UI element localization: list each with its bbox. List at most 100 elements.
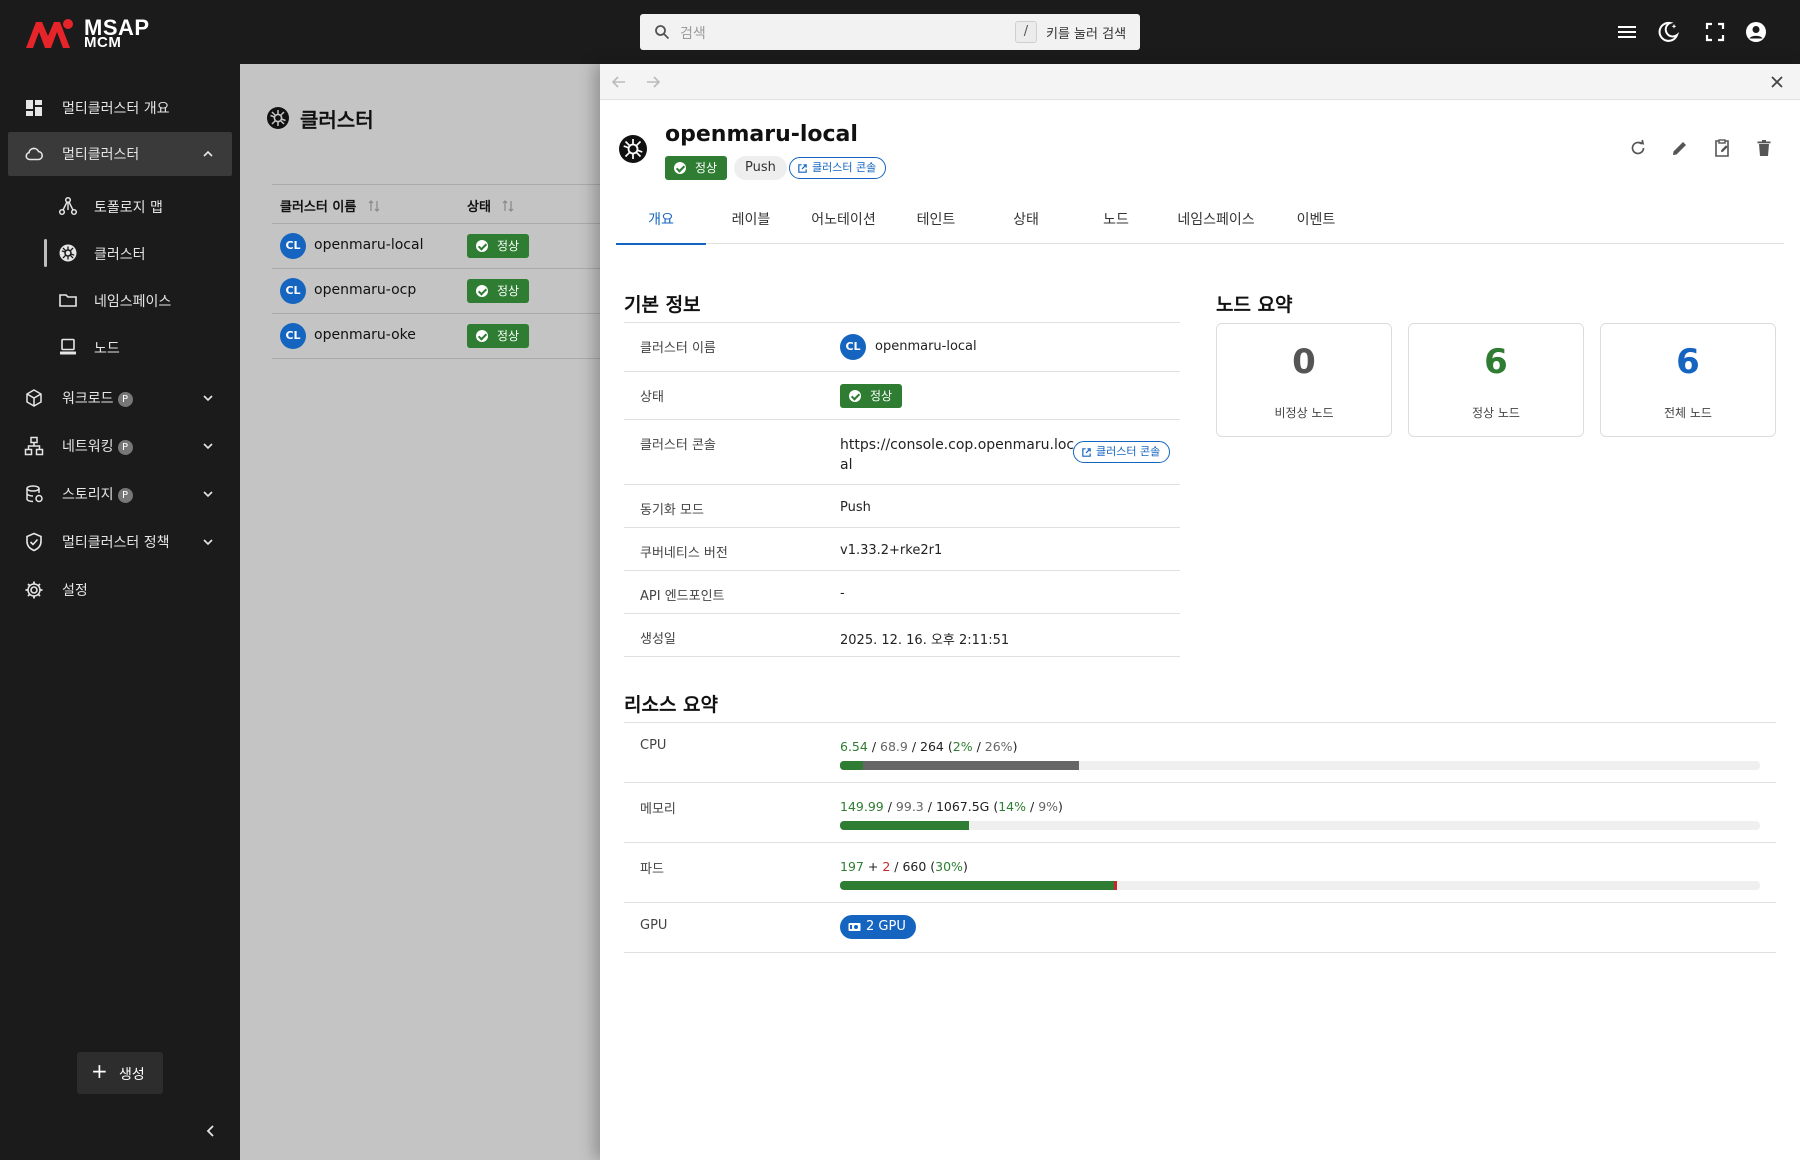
edit-icon[interactable] bbox=[1670, 138, 1690, 158]
gear-icon bbox=[25, 581, 43, 599]
topology-icon bbox=[58, 196, 78, 216]
shield-icon bbox=[26, 532, 42, 552]
console-link-label: 클러스터 콘솔 bbox=[812, 161, 877, 174]
back-arrow-icon[interactable] bbox=[610, 73, 628, 91]
sidebar-item-namespace[interactable]: 네임스페이스 bbox=[44, 280, 232, 320]
kubernetes-icon bbox=[619, 135, 647, 163]
column-header-name[interactable]: 클러스터 이름 bbox=[280, 196, 381, 215]
resource-value: 6.54 / 68.9 / 264 (2% / 26%) bbox=[840, 739, 1018, 754]
chevron-down-icon bbox=[203, 395, 213, 402]
app-logo[interactable]: MSAP MCM bbox=[24, 14, 174, 51]
sync-mode-chip: Push bbox=[734, 156, 787, 180]
sidebar-subitem-label: 토폴로지 맵 bbox=[94, 200, 163, 216]
tab-status[interactable]: 상태 bbox=[981, 196, 1071, 244]
tab-labels[interactable]: 레이블 bbox=[706, 196, 796, 244]
sidebar-item-policy[interactable]: 멀티클러스터 정책 bbox=[8, 520, 232, 564]
cluster-console-link[interactable]: 클러스터 콘솔 bbox=[789, 157, 887, 179]
info-key: 생성일 bbox=[640, 632, 676, 647]
dashboard-icon bbox=[26, 100, 42, 116]
dark-mode-icon[interactable] bbox=[1656, 20, 1680, 44]
tab-namespaces[interactable]: 네임스페이스 bbox=[1161, 196, 1271, 244]
basic-info-table: 클러스터 이름 CL openmaru-local 상태 정상 클러스터 콘솔 … bbox=[624, 322, 1180, 657]
collapse-sidebar-icon[interactable] bbox=[202, 1122, 220, 1140]
info-row-created: 생성일 2025. 12. 16. 오후 2:11:51 bbox=[624, 614, 1180, 657]
kubernetes-icon bbox=[59, 244, 77, 262]
forward-arrow-icon[interactable] bbox=[644, 73, 662, 91]
avatar: CL bbox=[280, 233, 306, 259]
cluster-name[interactable]: openmaru-ocp bbox=[314, 282, 416, 298]
kubernetes-icon bbox=[267, 107, 289, 129]
sidebar-item-multicluster[interactable]: 멀티클러스터 bbox=[8, 132, 232, 176]
sidebar-item-node[interactable]: 노드 bbox=[44, 327, 232, 367]
check-circle-icon bbox=[476, 330, 488, 342]
cpu-requested-fill bbox=[840, 761, 1080, 770]
cpu-usage-bar bbox=[840, 761, 1760, 770]
create-button[interactable]: + 생성 bbox=[77, 1052, 163, 1094]
sidebar-item-overview[interactable]: 멀티클러스터 개요 bbox=[8, 86, 232, 130]
cpu-used-pct: 2% bbox=[952, 739, 973, 754]
account-icon[interactable] bbox=[1744, 20, 1768, 44]
info-value: openmaru-local bbox=[875, 339, 977, 354]
page-title-text: 클러스터 bbox=[300, 108, 374, 132]
resource-key: 메모리 bbox=[640, 802, 676, 817]
sidebar-item-storage[interactable]: 스토리지 P bbox=[8, 472, 232, 516]
sidebar: 멀티클러스터 개요 멀티클러스터 토폴로지 맵 클러스터 네임스페이스 노드 워… bbox=[0, 64, 240, 1160]
cluster-detail-drawer: openmaru-local 정상 Push 클러스터 콘솔 개요 레이블 어노… bbox=[600, 64, 1800, 1160]
cluster-name[interactable]: openmaru-oke bbox=[314, 327, 416, 343]
sort-icon bbox=[503, 200, 514, 212]
plus-icon: + bbox=[91, 1059, 108, 1083]
tab-annotations[interactable]: 어노테이션 bbox=[796, 196, 891, 244]
console-url[interactable]: https://console.cop.openmaru.loc al bbox=[840, 435, 1074, 475]
search-shortcut-hint: 키를 눌러 검색 bbox=[1046, 27, 1127, 42]
tab-nodes[interactable]: 노드 bbox=[1071, 196, 1161, 244]
column-header-status[interactable]: 상태 bbox=[467, 196, 515, 215]
close-icon[interactable] bbox=[1768, 73, 1786, 91]
memory-total: 1067.5G bbox=[935, 799, 990, 814]
cpu-req-pct: 26% bbox=[984, 739, 1013, 754]
cluster-console-button[interactable]: 클러스터 콘솔 bbox=[1073, 441, 1171, 463]
sidebar-item-label-wrap: 스토리지 P bbox=[62, 484, 133, 504]
sidebar-item-cluster[interactable]: 클러스터 bbox=[44, 233, 232, 273]
console-button-label: 클러스터 콘솔 bbox=[1096, 445, 1161, 458]
cluster-name[interactable]: openmaru-local bbox=[314, 237, 423, 253]
resource-row-gpu: GPU 2 GPU bbox=[624, 903, 1776, 953]
gpu-card-icon bbox=[848, 923, 861, 931]
sidebar-item-workload[interactable]: 워크로드 P bbox=[8, 376, 232, 420]
node-count-label: 비정상 노드 bbox=[1274, 406, 1334, 420]
info-value: 2025. 12. 16. 오후 2:11:51 bbox=[840, 633, 1010, 648]
drawer-toolbar bbox=[600, 64, 1800, 100]
pods-running: 197 bbox=[840, 859, 864, 874]
clipboard-edit-icon[interactable] bbox=[1712, 138, 1732, 158]
node-card-unhealthy: 0 비정상 노드 bbox=[1216, 323, 1392, 437]
resource-row-memory: 메모리 149.99 / 99.3 / 1067.5G (14% / 9%) bbox=[624, 783, 1776, 843]
info-key: API 엔드포인트 bbox=[640, 589, 725, 604]
status-badge: 정상 bbox=[467, 324, 530, 348]
node-card-total: 6 전체 노드 bbox=[1600, 323, 1776, 437]
memory-used: 149.99 bbox=[840, 799, 884, 814]
pods-total: 660 bbox=[902, 859, 927, 874]
sidebar-item-label: 네트워킹 bbox=[62, 439, 114, 455]
memory-req-pct: 9% bbox=[1038, 799, 1059, 814]
preview-badge: P bbox=[117, 488, 133, 503]
status-badge: 정상 bbox=[467, 234, 530, 258]
refresh-icon[interactable] bbox=[1628, 138, 1648, 158]
sidebar-item-topology[interactable]: 토폴로지 맵 bbox=[44, 186, 232, 226]
memory-usage-bar bbox=[840, 821, 1760, 830]
info-value: Push bbox=[840, 500, 871, 515]
external-link-icon bbox=[798, 164, 807, 173]
sidebar-item-settings[interactable]: 설정 bbox=[8, 568, 232, 612]
delete-icon[interactable] bbox=[1754, 138, 1774, 158]
tab-taints[interactable]: 테인트 bbox=[891, 196, 981, 244]
status-text: 정상 bbox=[497, 329, 520, 343]
fullscreen-icon[interactable] bbox=[1703, 20, 1727, 44]
tab-overview[interactable]: 개요 bbox=[616, 196, 706, 245]
sort-icon bbox=[368, 200, 380, 212]
sidebar-item-label-wrap: 네트워킹 P bbox=[62, 436, 133, 456]
sidebar-subitem-label: 네임스페이스 bbox=[94, 294, 172, 310]
search-bar[interactable]: 검색 / 키를 눌러 검색 bbox=[640, 14, 1140, 50]
menu-icon[interactable] bbox=[1615, 20, 1639, 44]
check-circle-icon bbox=[476, 240, 488, 252]
drawer-tabs: 개요 레이블 어노테이션 테인트 상태 노드 네임스페이스 이벤트 bbox=[616, 196, 1784, 245]
sidebar-item-networking[interactable]: 네트워킹 P bbox=[8, 424, 232, 468]
tab-events[interactable]: 이벤트 bbox=[1271, 196, 1361, 244]
